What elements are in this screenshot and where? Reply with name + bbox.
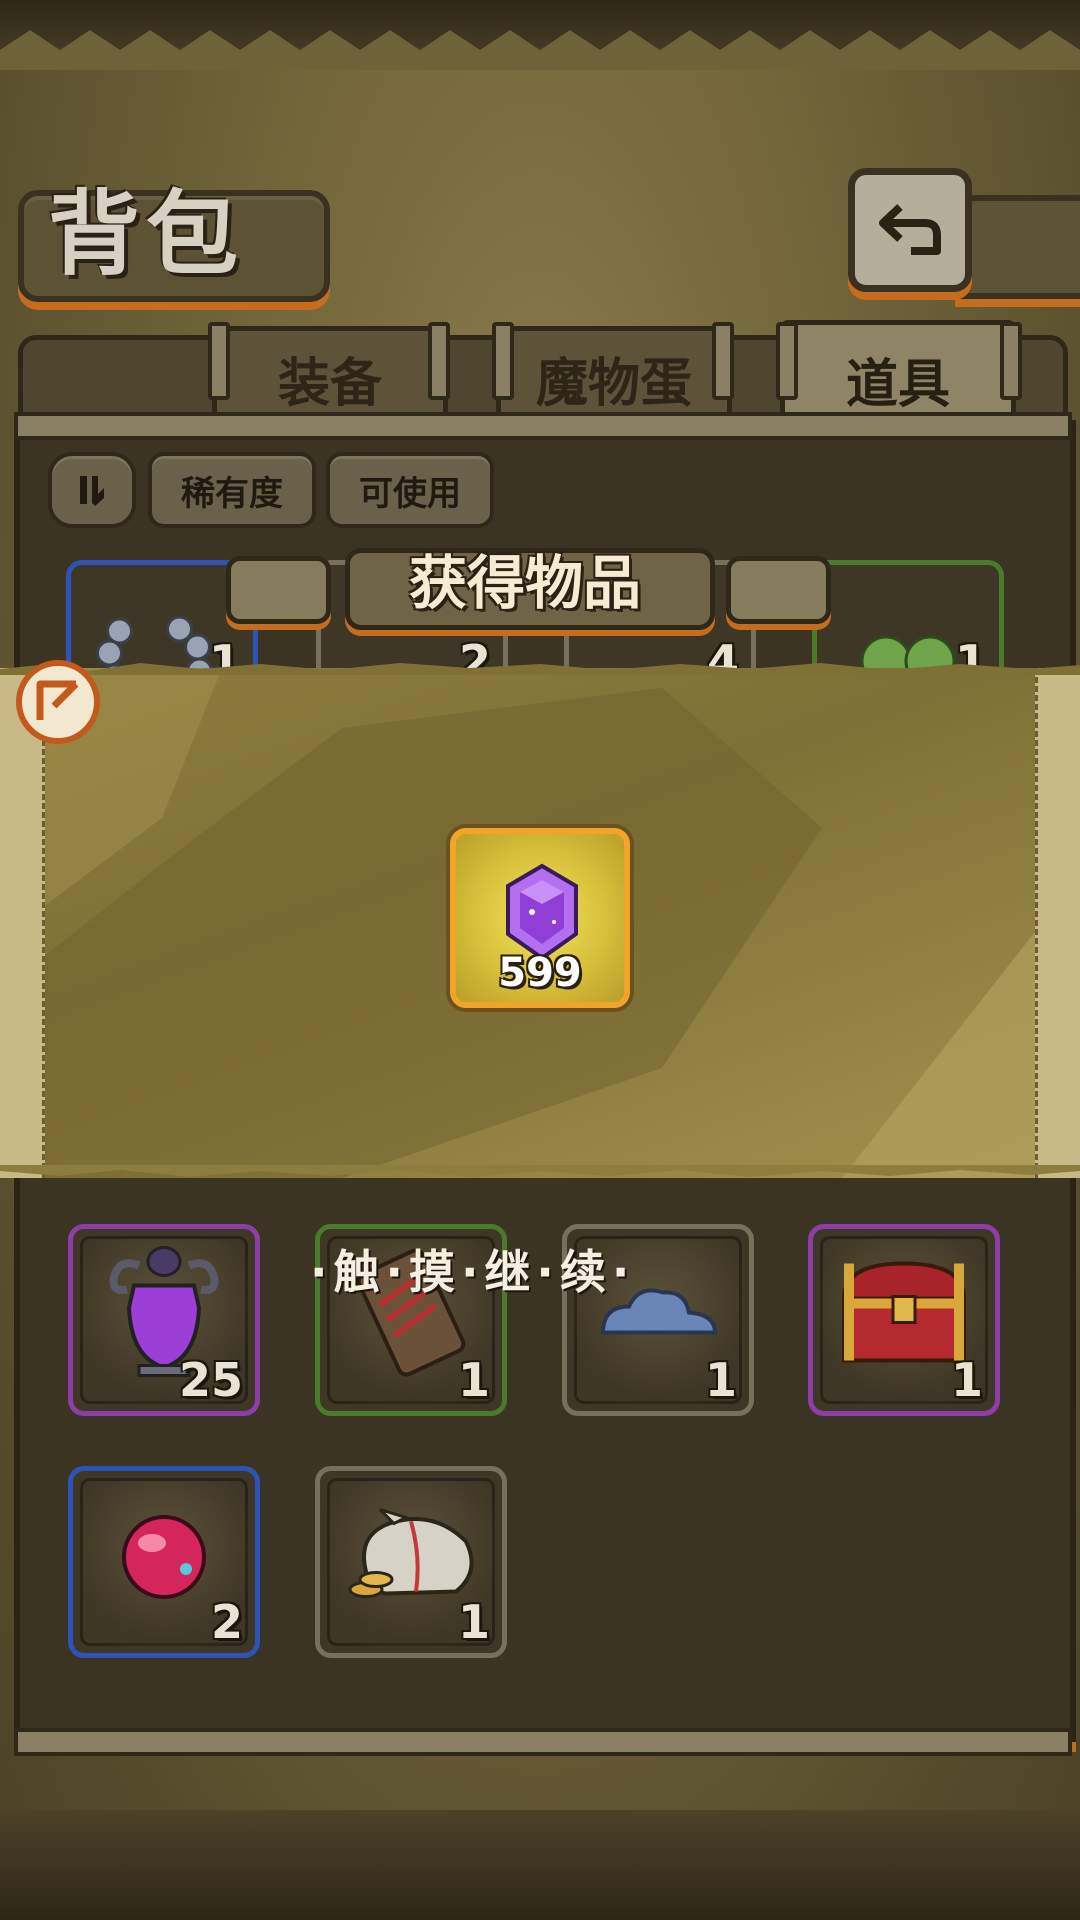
tab-monster-egg[interactable]: 魔物蛋 — [496, 326, 732, 426]
popup-torn-edge-bottom — [0, 1165, 1080, 1177]
item-count: 1 — [457, 1353, 490, 1407]
item-count: 1 — [704, 1353, 737, 1407]
bottom-border — [0, 1810, 1080, 1920]
item-count: 1 — [950, 1353, 983, 1407]
popup-edge-right — [1035, 668, 1080, 1178]
reward-item-slot[interactable]: 599 — [450, 828, 630, 1008]
item-slot-coin-sack[interactable]: 1 — [315, 1466, 507, 1658]
item-count: 25 — [178, 1353, 243, 1407]
page-title: 背包 — [48, 181, 245, 288]
return-arrow-icon — [879, 204, 941, 255]
back-button[interactable] — [848, 168, 972, 292]
tab-items-label: 道具 — [845, 354, 950, 415]
sort-button[interactable] — [48, 452, 136, 528]
tab-peg — [1000, 322, 1022, 400]
panel-rail-bottom — [14, 1728, 1072, 1756]
popup-edge-left — [0, 668, 45, 1178]
arrow-badge-icon — [36, 680, 79, 720]
tab-peg — [208, 322, 230, 400]
back-rail — [955, 195, 1080, 299]
reward-count: 599 — [498, 950, 582, 996]
usable-filter-button[interactable]: 可使用 — [326, 452, 494, 528]
pink-orb-icon — [122, 1515, 206, 1599]
item-count: 1 — [457, 1595, 490, 1649]
item-slot-treasure-chest[interactable]: 1 — [808, 1224, 1000, 1416]
sort-icon — [80, 476, 104, 506]
tab-peg — [492, 322, 514, 400]
tab-peg — [428, 322, 450, 400]
tab-peg — [712, 322, 734, 400]
touch-to-continue-hint[interactable]: ·触·摸·继·续· — [310, 1236, 635, 1302]
banner-side-right — [726, 556, 831, 624]
obtained-title: 获得物品 — [408, 549, 641, 617]
panel-rail-top — [14, 412, 1072, 440]
peek-item[interactable]: 1 — [812, 560, 1012, 670]
tab-equipment[interactable]: 装备 — [212, 326, 448, 426]
rarity-filter-button[interactable]: 稀有度 — [148, 452, 316, 528]
tab-monster-egg-label: 魔物蛋 — [535, 354, 692, 414]
side-badge[interactable] — [16, 660, 100, 744]
rarity-filter-label: 稀有度 — [181, 473, 283, 514]
popup-torn-edge-top — [0, 663, 1080, 675]
item-slot-pink-orb[interactable]: 2 — [68, 1466, 260, 1658]
usable-filter-label: 可使用 — [359, 473, 461, 514]
tab-peg — [776, 322, 798, 400]
top-zigzag — [0, 30, 1080, 70]
item-slot: 1 — [812, 560, 1004, 670]
banner-side-left — [226, 556, 331, 624]
item-slot-purple-vase[interactable]: 25 — [68, 1224, 260, 1416]
item-count: 2 — [210, 1595, 243, 1649]
purple-gem-icon — [506, 863, 578, 961]
tab-equipment-label: 装备 — [277, 354, 382, 414]
